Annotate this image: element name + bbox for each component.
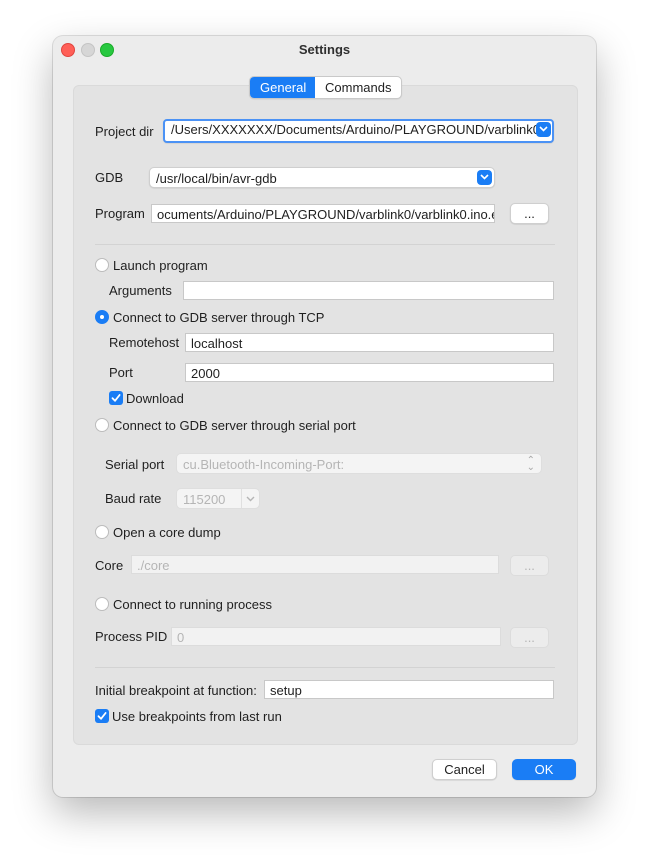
updown-chevron-icon: ⌃ ⌄ — [526, 455, 535, 473]
process-pid-label: Process PID — [95, 629, 168, 644]
project-dir-value: /Users/XXXXXXX/Documents/Arduino/PLAYGRO… — [171, 122, 540, 137]
core-dump-radio[interactable] — [95, 525, 109, 539]
serial-label: Connect to GDB server through serial por… — [113, 418, 356, 433]
port-label: Port — [109, 365, 133, 380]
remotehost-input[interactable]: localhost — [185, 333, 554, 352]
separator — [95, 667, 555, 668]
project-dir-combobox[interactable]: /Users/XXXXXXX/Documents/Arduino/PLAYGRO… — [163, 119, 554, 143]
download-checkbox[interactable] — [109, 391, 123, 405]
process-browse-button[interactable]: ... — [510, 627, 549, 648]
title-bar[interactable]: Settings — [53, 36, 596, 62]
arguments-input[interactable] — [183, 281, 554, 300]
baud-rate-combobox[interactable]: 115200 — [176, 488, 260, 509]
launch-program-label: Launch program — [113, 258, 208, 273]
tab-general[interactable]: General — [250, 77, 315, 98]
ok-button[interactable]: OK — [512, 759, 576, 780]
gdb-label: GDB — [95, 170, 124, 185]
settings-window: Settings General Commands Project dir /U… — [53, 36, 596, 797]
use-last-breakpoints-label: Use breakpoints from last run — [112, 709, 282, 724]
launch-program-radio[interactable] — [95, 258, 109, 272]
program-browse-button[interactable]: ... — [510, 203, 549, 224]
checkmark-icon — [111, 394, 121, 402]
chevron-down-icon[interactable] — [536, 122, 551, 137]
program-label: Program — [95, 206, 145, 221]
breakpoint-label: Initial breakpoint at function: — [95, 683, 257, 698]
use-last-breakpoints-checkbox[interactable] — [95, 709, 109, 723]
tcp-radio[interactable] — [95, 310, 109, 324]
core-label: Core — [95, 558, 124, 573]
separator — [95, 244, 555, 245]
process-pid-input[interactable]: 0 — [171, 627, 501, 646]
program-input[interactable]: ocuments/Arduino/PLAYGROUND/varblink0/va… — [151, 204, 495, 223]
remotehost-label: Remotehost — [109, 335, 180, 350]
core-browse-button[interactable]: ... — [510, 555, 549, 576]
serial-port-label: Serial port — [105, 457, 165, 472]
baud-rate-label: Baud rate — [105, 491, 162, 506]
tab-bar: General Commands — [249, 76, 402, 99]
port-input[interactable]: 2000 — [185, 363, 554, 382]
tab-commands[interactable]: Commands — [315, 77, 401, 98]
checkmark-icon — [97, 712, 107, 720]
cancel-button[interactable]: Cancel — [432, 759, 497, 780]
serial-port-combobox[interactable]: cu.Bluetooth-Incoming-Port: ⌃ ⌄ — [176, 453, 542, 474]
chevron-down-icon[interactable] — [241, 489, 259, 508]
serial-radio[interactable] — [95, 418, 109, 432]
chevron-down-icon[interactable] — [477, 170, 492, 185]
baud-rate-value: 115200 — [183, 492, 226, 507]
tcp-label: Connect to GDB server through TCP — [113, 310, 325, 325]
serial-port-value: cu.Bluetooth-Incoming-Port: — [183, 457, 345, 472]
core-input[interactable]: ./core — [131, 555, 499, 574]
breakpoint-input[interactable]: setup — [264, 680, 554, 699]
running-process-radio[interactable] — [95, 597, 109, 611]
gdb-value: /usr/local/bin/avr-gdb — [156, 171, 277, 186]
gdb-combobox[interactable]: /usr/local/bin/avr-gdb — [149, 167, 495, 188]
window-title: Settings — [298, 42, 351, 57]
arguments-label: Arguments — [109, 283, 172, 298]
download-label: Download — [126, 391, 184, 406]
running-process-label: Connect to running process — [113, 597, 272, 612]
project-dir-label: Project dir — [95, 124, 154, 139]
core-dump-label: Open a core dump — [113, 525, 221, 540]
